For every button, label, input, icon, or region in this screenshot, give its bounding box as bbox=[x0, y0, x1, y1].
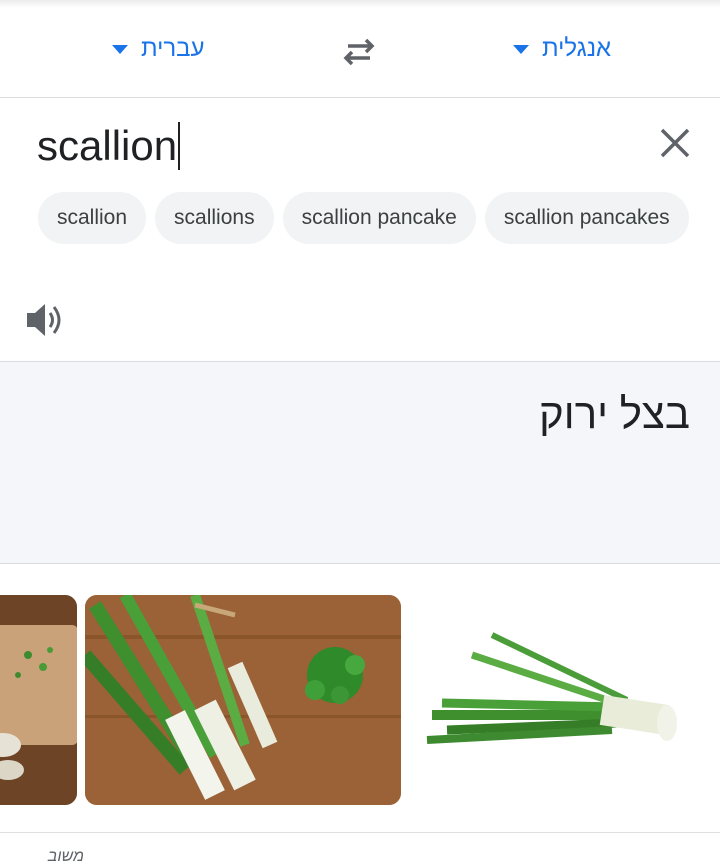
suggestion-chips: scallion scallions scallion pancake scal… bbox=[38, 192, 689, 244]
scallion-cutting-board-image bbox=[0, 595, 77, 805]
scallion-white-background-image bbox=[412, 595, 694, 805]
text-cursor bbox=[178, 122, 181, 170]
listen-source-button[interactable] bbox=[25, 300, 67, 340]
translation-text: בצל ירוק bbox=[539, 390, 690, 437]
source-text-input[interactable]: scallion bbox=[37, 118, 181, 174]
source-input-area[interactable]: scallion scallion scallions scallion pan… bbox=[0, 98, 720, 362]
dropdown-caret-icon bbox=[513, 44, 529, 54]
suggestion-chip[interactable]: scallion pancakes bbox=[484, 192, 689, 244]
speaker-icon bbox=[27, 304, 61, 336]
image-results bbox=[0, 564, 720, 832]
suggestion-chip[interactable]: scallions bbox=[155, 192, 274, 244]
dropdown-caret-icon bbox=[112, 44, 128, 54]
source-language-label: אנגלית bbox=[542, 35, 612, 62]
image-result[interactable] bbox=[0, 595, 77, 805]
close-icon bbox=[660, 128, 690, 158]
suggestion-chip[interactable]: scallion pancake bbox=[282, 192, 476, 244]
image-result[interactable] bbox=[85, 595, 401, 805]
suggestion-chip[interactable]: scallion bbox=[38, 192, 147, 244]
language-bar: עברית אנגלית bbox=[0, 8, 720, 98]
source-language-selector[interactable]: אנגלית bbox=[513, 33, 611, 65]
feedback-label[interactable]: משוב bbox=[48, 848, 84, 866]
swap-languages-button[interactable] bbox=[338, 36, 380, 68]
scallion-bundle-image bbox=[85, 595, 401, 805]
target-language-label: עברית bbox=[141, 35, 205, 62]
status-shadow bbox=[0, 0, 720, 8]
target-language-selector[interactable]: עברית bbox=[112, 33, 204, 65]
clear-input-button[interactable] bbox=[656, 124, 694, 162]
image-result[interactable] bbox=[412, 595, 694, 805]
translation-panel: בצל ירוק bbox=[0, 362, 720, 564]
swap-arrows-icon bbox=[343, 38, 375, 66]
source-text: scallion bbox=[37, 122, 178, 169]
section-divider bbox=[0, 832, 720, 833]
